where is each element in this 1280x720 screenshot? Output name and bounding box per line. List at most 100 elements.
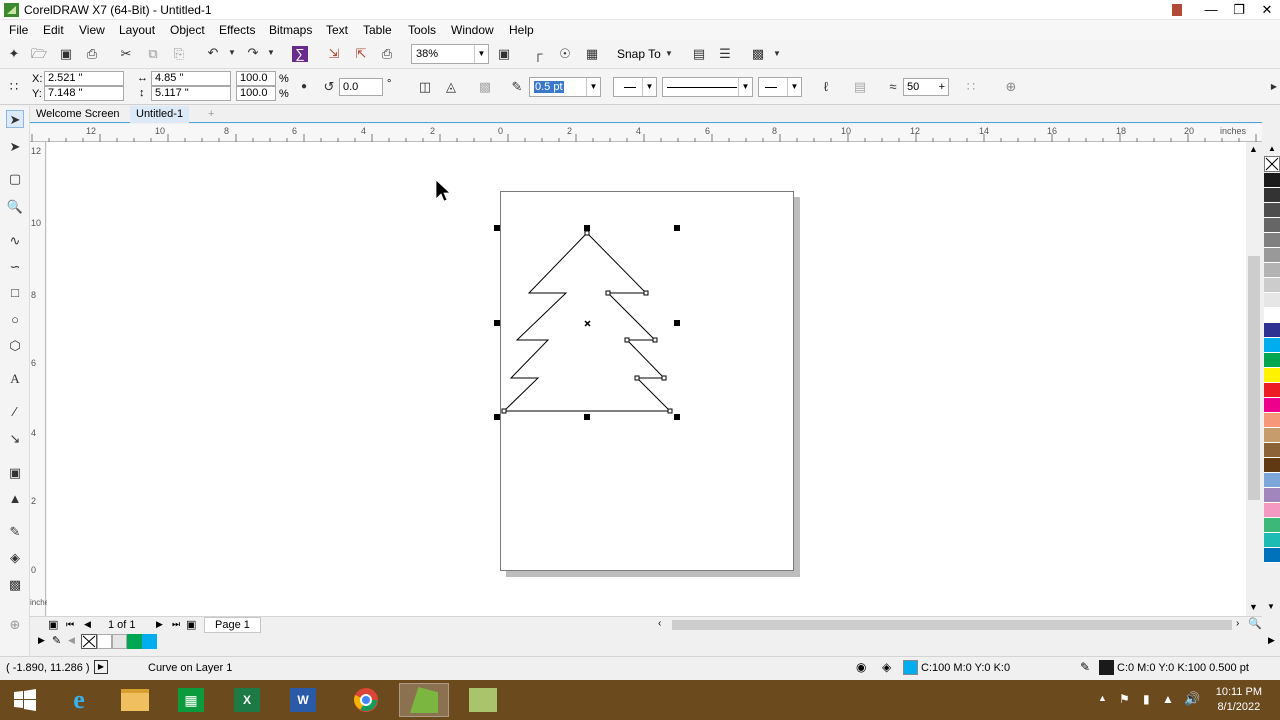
palette-swatch[interactable]	[1264, 323, 1280, 338]
outline-info: C:0 M:0 Y:0 K:100 0.500 pt	[1117, 662, 1249, 674]
chrome-button[interactable]	[341, 683, 391, 717]
palette-swatch[interactable]	[1264, 368, 1280, 383]
file-explorer-button[interactable]	[110, 683, 160, 717]
add-page-after-icon[interactable]: ▣	[186, 618, 196, 631]
page-tab[interactable]: Page 1	[204, 617, 261, 633]
palette-menu-icon[interactable]: ▶	[1268, 635, 1275, 646]
fill-color-swatch[interactable]	[903, 660, 918, 675]
horizontal-scroll-thumb[interactable]	[672, 620, 1232, 630]
palette-swatch[interactable]	[1264, 233, 1280, 248]
previous-page-icon[interactable]: ◀	[84, 619, 91, 630]
selection-handle-right[interactable]	[674, 320, 680, 326]
selection-handle-top-left[interactable]	[494, 225, 500, 231]
palette-scroll-down-icon[interactable]: ▼	[1267, 602, 1275, 611]
excel-button[interactable]: X	[222, 683, 272, 717]
palette-swatch[interactable]	[1264, 338, 1280, 353]
palette-swatch[interactable]	[1264, 308, 1280, 323]
doc-swatch-green[interactable]	[127, 634, 142, 649]
store-button[interactable]: ▦	[166, 683, 216, 717]
add-page-before-icon[interactable]: ▣	[48, 618, 58, 631]
curve-node[interactable]	[501, 408, 507, 414]
eyedropper-icon[interactable]: ✎	[52, 634, 61, 647]
clock-time: 10:11 PM	[1215, 686, 1262, 698]
next-page-icon[interactable]: ▶	[156, 619, 163, 630]
curve-node[interactable]	[624, 337, 630, 343]
scroll-up-icon[interactable]: ▲	[1249, 144, 1258, 154]
no-color-swatch[interactable]	[1264, 156, 1280, 172]
palette-swatch[interactable]	[1264, 503, 1280, 518]
document-palette: ▶ ✎ ◀ ▶	[30, 633, 1280, 650]
first-page-icon[interactable]: ⏮	[66, 619, 74, 630]
curve-node[interactable]	[667, 408, 673, 414]
selection-handle-bottom-right[interactable]	[674, 414, 680, 420]
palette-swatch[interactable]	[1264, 278, 1280, 293]
curve-node[interactable]	[584, 230, 590, 236]
doc-swatch-gray[interactable]	[112, 634, 127, 649]
palette-swatch[interactable]	[1264, 248, 1280, 263]
palette-swatch[interactable]	[1264, 533, 1280, 548]
show-hidden-icons-icon[interactable]: ▲	[1098, 693, 1107, 703]
network-icon[interactable]: ▲	[1162, 692, 1174, 706]
palette-swatch[interactable]	[1264, 518, 1280, 533]
palette-swatch[interactable]	[1264, 398, 1280, 413]
palette-swatch[interactable]	[1264, 188, 1280, 203]
palette-swatch[interactable]	[1264, 413, 1280, 428]
palette-scroll-up-icon[interactable]: ▲	[1264, 140, 1280, 155]
curve-node[interactable]	[634, 375, 640, 381]
windows-taskbar: e ▦ X W ▲ ⚑ ▮ ▲ 🔊 10:11 PM 8/1/2022	[0, 680, 1280, 720]
status-bar: ( -1.890, 11.286 ) ▶ Curve on Layer 1 ◉ …	[0, 656, 1280, 680]
windows-logo-icon	[14, 689, 36, 711]
outline-pen-icon: ✎	[1080, 660, 1091, 674]
vertical-scrollbar[interactable]: ▲ ▼	[1246, 142, 1262, 616]
palette-swatch[interactable]	[1264, 488, 1280, 503]
palette-swatch[interactable]	[1264, 473, 1280, 488]
system-clock[interactable]: 10:11 PM 8/1/2022	[1216, 685, 1262, 715]
zoom-navigator-icon[interactable]: 🔍	[1248, 617, 1262, 630]
palette-scroll-left-icon[interactable]: ◀	[68, 635, 75, 646]
selection-handle-bottom[interactable]	[584, 414, 590, 420]
start-button[interactable]	[0, 683, 50, 717]
center-marker-icon[interactable]	[584, 320, 591, 327]
status-menu-icon[interactable]: ▶	[94, 660, 108, 674]
vertical-scroll-thumb[interactable]	[1248, 256, 1260, 500]
palette-swatch[interactable]	[1264, 173, 1280, 188]
palette-expand-icon[interactable]: ▶	[38, 635, 45, 646]
palette-swatch[interactable]	[1264, 263, 1280, 278]
curve-node[interactable]	[643, 290, 649, 296]
doc-swatch-none[interactable]	[81, 634, 97, 649]
corel-photo-paint-button[interactable]	[458, 683, 508, 717]
palette-swatch[interactable]	[1264, 203, 1280, 218]
palette-swatch[interactable]	[1264, 443, 1280, 458]
palette-swatch[interactable]	[1264, 383, 1280, 398]
curve-node[interactable]	[652, 337, 658, 343]
battery-icon[interactable]: ▮	[1143, 692, 1150, 706]
volume-icon[interactable]: 🔊	[1184, 691, 1200, 707]
chrome-icon	[354, 688, 378, 712]
no-color-icon	[1265, 157, 1279, 171]
action-center-icon[interactable]: ⚑	[1119, 692, 1130, 706]
palette-swatch[interactable]	[1264, 458, 1280, 473]
selection-handle-top[interactable]	[584, 225, 590, 231]
last-page-icon[interactable]: ⏭	[172, 619, 180, 630]
selection-handle-bottom-left[interactable]	[494, 414, 500, 420]
scroll-down-icon[interactable]: ▼	[1249, 602, 1258, 612]
scroll-right-icon[interactable]: ›	[1236, 618, 1239, 629]
palette-swatch[interactable]	[1264, 353, 1280, 368]
curve-node[interactable]	[605, 290, 611, 296]
selection-handle-top-right[interactable]	[674, 225, 680, 231]
coreldraw-taskbar-button[interactable]	[399, 683, 449, 717]
curve-node[interactable]	[661, 375, 667, 381]
selection-handle-left[interactable]	[494, 320, 500, 326]
mouse-cursor-icon	[435, 179, 452, 202]
palette-swatch[interactable]	[1264, 293, 1280, 308]
doc-swatch-white[interactable]	[97, 634, 112, 649]
word-button[interactable]: W	[278, 683, 328, 717]
scroll-left-icon[interactable]: ‹	[658, 618, 661, 629]
color-proofing-icon[interactable]: ◉	[856, 660, 866, 674]
doc-swatch-cyan[interactable]	[142, 634, 157, 649]
outline-color-swatch[interactable]	[1099, 660, 1114, 675]
palette-swatch[interactable]	[1264, 548, 1280, 563]
palette-swatch[interactable]	[1264, 218, 1280, 233]
palette-swatch[interactable]	[1264, 428, 1280, 443]
internet-explorer-button[interactable]: e	[54, 683, 104, 717]
